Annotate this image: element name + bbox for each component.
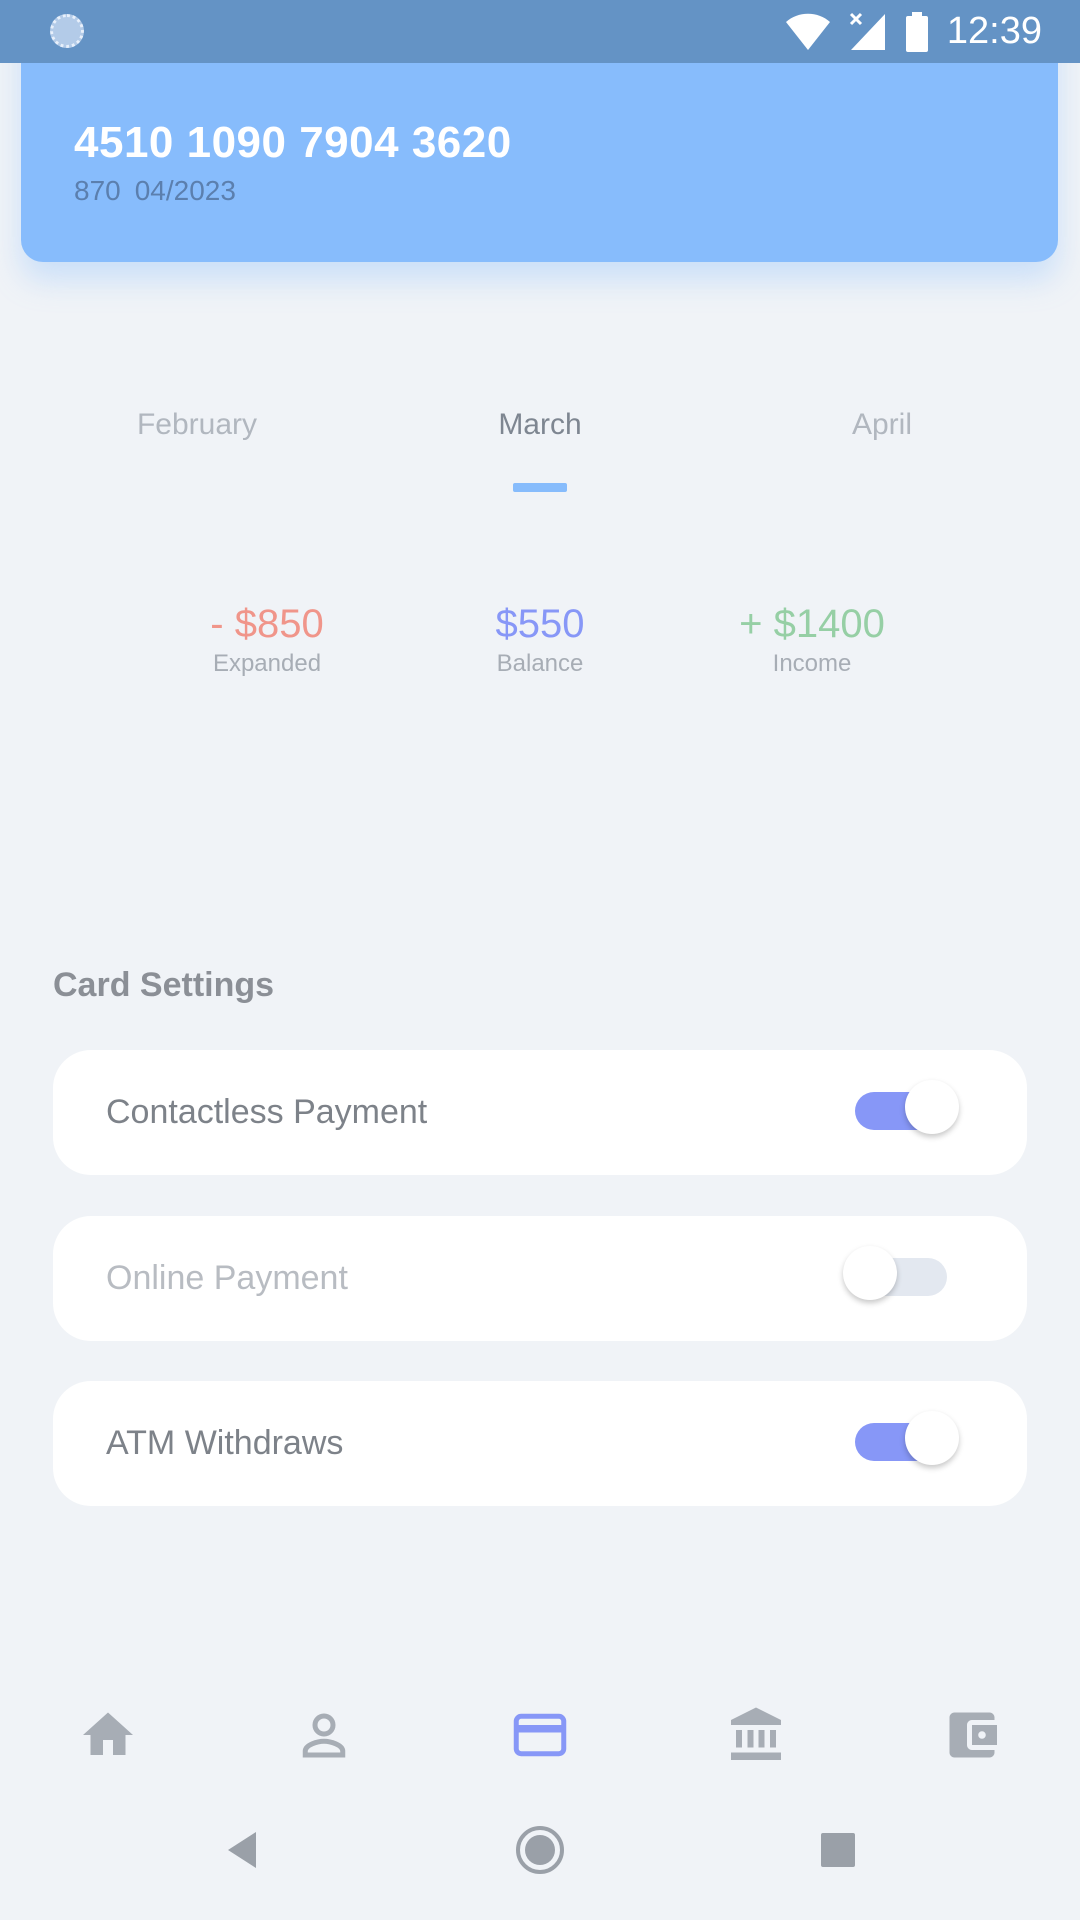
month-selector: February March April [0,408,1080,458]
nav-bank[interactable] [726,1705,786,1765]
stats-summary: - $850 Expanded $550 Balance + $1400 Inc… [0,600,1080,690]
card-settings-title: Card Settings [53,966,275,1004]
home-circle-icon [516,1826,564,1874]
month-april[interactable]: April [852,408,912,442]
loading-icon [50,14,84,48]
back-icon [228,1832,256,1868]
status-icons: 12:39 [785,0,1042,63]
toggle-knob [905,1080,959,1134]
balance-amount: $550 [495,602,585,646]
atm-withdraws-toggle[interactable] [855,1411,959,1465]
wifi-icon [785,13,830,50]
card-number: 4510 1090 7904 3620 [74,118,512,167]
status-bar: 12:39 [0,0,1080,63]
income-amount: + $1400 [739,602,885,646]
balance-label: Balance [496,650,584,677]
setting-atm-withdraws: ATM Withdraws [53,1381,1027,1506]
setting-label: Online Payment [106,1259,348,1297]
recents-icon [821,1833,855,1867]
home-icon [83,1712,133,1755]
nav-home[interactable] [78,1705,138,1765]
expanded-label: Expanded [212,650,322,677]
status-time: 12:39 [946,10,1042,52]
income-label: Income [772,650,852,677]
online-payment-toggle[interactable] [843,1246,947,1300]
nav-wallet[interactable] [942,1705,1002,1765]
toggle-knob [843,1246,897,1300]
card-expiry: 04/2023 [134,175,236,206]
month-march[interactable]: March [498,408,581,442]
stat-income: + $1400 Income [739,600,885,678]
profile-icon [302,1713,346,1758]
expanded-amount: - $850 [210,602,324,646]
setting-contactless-payment: Contactless Payment [53,1050,1027,1175]
bank-icon [731,1707,781,1760]
month-selected-indicator [513,483,567,492]
setting-online-payment: Online Payment [53,1216,1027,1341]
system-recents-button[interactable] [808,1820,868,1880]
month-february[interactable]: February [137,408,257,442]
battery-icon [905,11,928,52]
card-cvv: 870 [74,175,121,206]
setting-label: ATM Withdraws [106,1424,344,1462]
bottom-navigation [0,1705,1080,1775]
nav-profile[interactable] [294,1705,354,1765]
setting-label: Contactless Payment [106,1093,428,1131]
system-back-button[interactable] [212,1820,272,1880]
system-navigation [0,1820,1080,1890]
contactless-payment-toggle[interactable] [855,1080,959,1134]
system-home-button[interactable] [510,1820,570,1880]
nav-card[interactable] [510,1705,570,1765]
stat-balance: $550 Balance [496,600,585,678]
signal-icon [849,12,885,50]
stat-expanded: - $850 Expanded [210,600,323,678]
card-meta: 870 04/2023 [74,175,236,207]
toggle-knob [905,1411,959,1465]
wallet-icon [949,1712,997,1758]
card-icon [513,1713,567,1757]
